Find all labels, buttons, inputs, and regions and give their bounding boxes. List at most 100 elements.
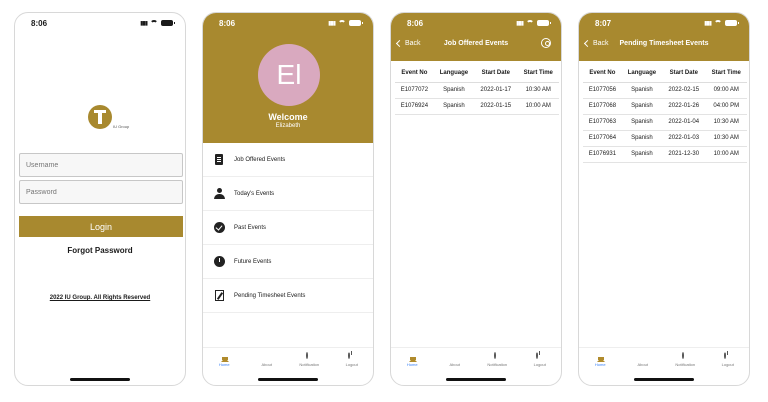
- chat-icon: [681, 351, 684, 359]
- wifi-icon: [338, 20, 346, 26]
- menu-item-job-offered-events[interactable]: Job Offered Events: [203, 143, 373, 177]
- menu-item-label: Pending Timesheet Events: [234, 292, 306, 299]
- table-cell: 10:30 AM: [517, 82, 559, 99]
- user-circle-icon[interactable]: [541, 38, 551, 48]
- tab-about[interactable]: About: [622, 348, 665, 371]
- chat-icon: [493, 351, 496, 359]
- tab-label: Logout: [721, 361, 734, 367]
- tab-label: Home: [406, 361, 418, 367]
- status-bar: 8:06 ▮▮▮: [203, 13, 373, 33]
- nav-header: 8:06 ▮▮▮ Back Job Offered Events: [391, 13, 561, 61]
- forgot-password-link[interactable]: Forgot Password: [15, 246, 185, 255]
- table-row[interactable]: E1077072 Spanish 2022-01-17 10:30 AM: [395, 82, 559, 99]
- battery-icon: [537, 20, 551, 26]
- tab-notification[interactable]: Notification: [476, 348, 519, 371]
- wifi-icon: [150, 20, 158, 26]
- column-header: Start Date: [662, 65, 706, 83]
- back-button[interactable]: Back: [583, 39, 609, 47]
- login-screen: 8:06 ▮▮▮ IU Group Login Forgot Password …: [14, 12, 186, 386]
- back-button[interactable]: Back: [395, 39, 421, 47]
- user-name: Elizabeth: [275, 123, 301, 129]
- signal-icon: ▮▮▮: [140, 20, 148, 27]
- column-header: Start Date: [474, 65, 518, 83]
- power-icon: [536, 351, 539, 359]
- signal-icon: ▮▮▮: [704, 20, 712, 27]
- signal-icon: ▮▮▮: [328, 20, 336, 27]
- table-cell: E1077072: [395, 82, 434, 99]
- table-cell: 2022-01-17: [474, 82, 518, 99]
- tab-home[interactable]: Home: [391, 348, 434, 371]
- table-cell: Spanish: [621, 82, 662, 99]
- tab-home[interactable]: Home: [579, 348, 622, 371]
- tab-logout[interactable]: Logout: [707, 348, 750, 371]
- clock-icon: [213, 256, 225, 267]
- menu-item-pending-timesheet-events[interactable]: Pending Timesheet Events: [203, 279, 373, 313]
- table-cell: E1077068: [583, 98, 622, 115]
- table-cell: E1077056: [583, 82, 622, 99]
- tab-logout[interactable]: Logout: [519, 348, 562, 371]
- back-label: Back: [405, 39, 421, 47]
- table-row[interactable]: E1077064 Spanish 2022-01-03 10:30 AM: [583, 130, 747, 147]
- column-header: Language: [621, 65, 662, 83]
- welcome-text: Welcome: [268, 112, 308, 122]
- table-cell: Spanish: [433, 98, 474, 115]
- tab-notification[interactable]: Notification: [288, 348, 331, 371]
- table-cell: 04:00 PM: [705, 98, 747, 115]
- tab-bar: Home About Notification Logout: [579, 347, 749, 371]
- table-cell: Spanish: [621, 114, 662, 131]
- tab-label: Notification: [675, 361, 696, 367]
- table-cell: Spanish: [621, 146, 662, 163]
- table-row[interactable]: E1076924 Spanish 2022-01-15 10:00 AM: [395, 98, 559, 115]
- table-header-row: Event No Language Start Date Start Time: [395, 65, 559, 83]
- tab-label: About: [637, 361, 648, 367]
- tab-home[interactable]: Home: [203, 348, 246, 371]
- username-input[interactable]: [19, 153, 183, 177]
- menu-item-future-events[interactable]: Future Events: [203, 245, 373, 279]
- tab-label: Logout: [533, 361, 546, 367]
- table-cell: E1076931: [583, 146, 622, 163]
- table-cell: 2022-01-15: [474, 98, 518, 115]
- back-label: Back: [593, 39, 609, 47]
- avatar: El: [258, 44, 320, 106]
- battery-icon: [349, 20, 363, 26]
- table-row[interactable]: E1076931 Spanish 2021-12-30 10:00 AM: [583, 146, 747, 163]
- pending-timesheet-screen: 8:07 ▮▮▮ Back Pending Timesheet Events E…: [578, 12, 750, 386]
- menu-item-label: Job Offered Events: [234, 156, 286, 163]
- table-cell: Spanish: [621, 130, 662, 147]
- home-indicator: [446, 378, 506, 381]
- table-row[interactable]: E1077056 Spanish 2022-02-15 09:00 AM: [583, 82, 747, 99]
- menu-item-label: Today's Events: [234, 190, 275, 197]
- menu-item-todays-events[interactable]: Today's Events: [203, 177, 373, 211]
- logo-subtext: IU Group: [113, 124, 130, 129]
- tab-about[interactable]: About: [434, 348, 477, 371]
- table-cell: 2022-01-04: [662, 114, 706, 131]
- copyright-link[interactable]: 2022 IU Group. All Rights Reserved: [15, 295, 185, 301]
- table-row[interactable]: E1077068 Spanish 2022-01-26 04:00 PM: [583, 98, 747, 115]
- home-indicator: [258, 378, 318, 381]
- column-header: Start Time: [517, 65, 559, 83]
- column-header: Event No: [583, 65, 622, 83]
- table-cell: 10:30 AM: [705, 130, 747, 147]
- wifi-icon: [526, 20, 534, 26]
- column-header: Language: [433, 65, 474, 83]
- column-header: Event No: [395, 65, 434, 83]
- power-icon: [724, 351, 727, 359]
- status-time: 8:06: [31, 18, 48, 28]
- tab-logout[interactable]: Logout: [331, 348, 374, 371]
- status-bar: 8:07 ▮▮▮: [579, 13, 749, 33]
- login-button[interactable]: Login: [19, 216, 183, 237]
- table-cell: 2022-01-26: [662, 98, 706, 115]
- chevron-left-icon: [583, 39, 592, 47]
- password-input[interactable]: [19, 180, 183, 204]
- status-time: 8:06: [407, 18, 424, 28]
- menu-item-past-events[interactable]: Past Events: [203, 211, 373, 245]
- table-cell: 09:00 AM: [705, 82, 747, 99]
- table-row[interactable]: E1077063 Spanish 2022-01-04 10:30 AM: [583, 114, 747, 131]
- tab-notification[interactable]: Notification: [664, 348, 707, 371]
- tab-label: Home: [594, 361, 606, 367]
- table-cell: Spanish: [433, 82, 474, 99]
- status-time: 8:06: [219, 18, 236, 28]
- chevron-left-icon: [395, 39, 404, 47]
- battery-icon: [725, 20, 739, 26]
- tab-about[interactable]: About: [246, 348, 289, 371]
